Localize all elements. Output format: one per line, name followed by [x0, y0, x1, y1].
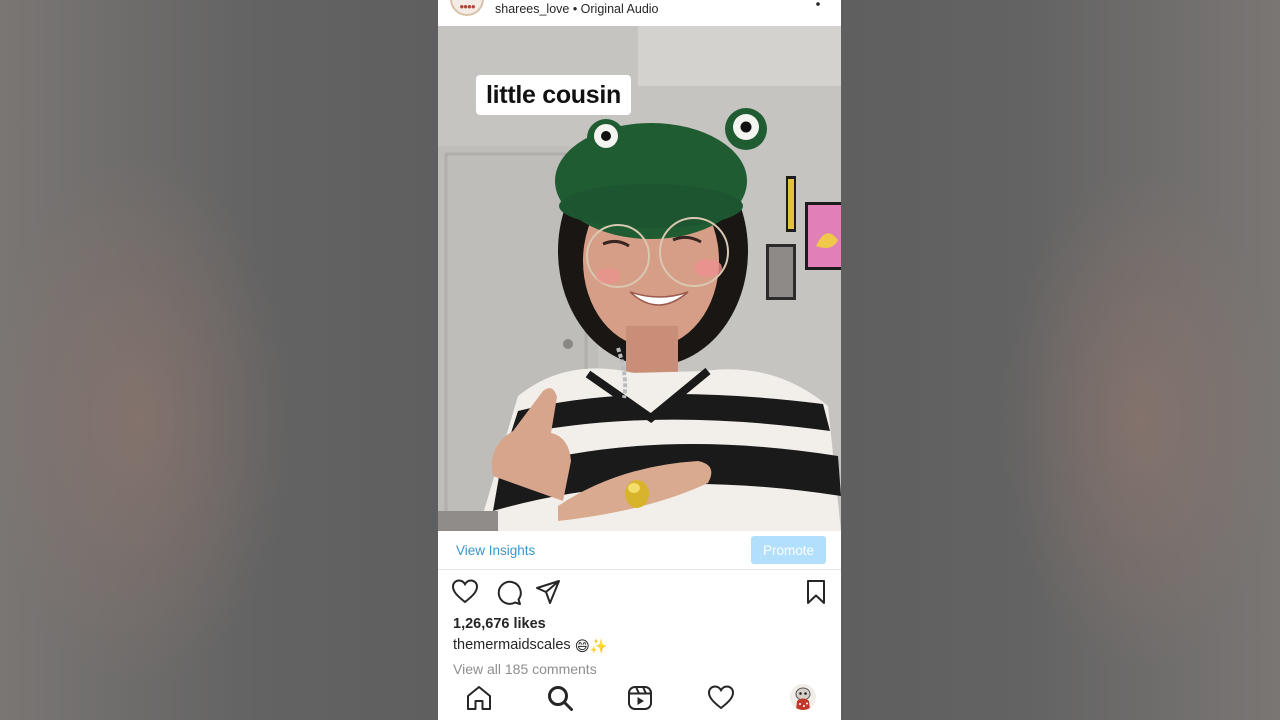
- share-icon[interactable]: [534, 578, 562, 606]
- video-overlay-caption: little cousin: [476, 75, 632, 115]
- caption-emojis: 😄✨: [574, 639, 608, 655]
- avatar-text: ●●●●: [459, 2, 475, 11]
- comment-icon[interactable]: [494, 578, 522, 606]
- view-insights-link[interactable]: View Insights: [456, 543, 535, 558]
- view-comments-link[interactable]: View all 185 comments: [453, 661, 597, 677]
- likes-count[interactable]: 1,26,676 likes: [453, 616, 546, 632]
- home-icon[interactable]: [465, 684, 493, 712]
- activity-heart-icon[interactable]: [707, 684, 735, 712]
- post-actions: [438, 578, 841, 608]
- profile-avatar-top[interactable]: ●●●●: [450, 0, 484, 16]
- avatar-illustration: [795, 687, 811, 710]
- more-options-icon[interactable]: [811, 0, 825, 12]
- profile-avatar[interactable]: [790, 684, 816, 710]
- search-icon[interactable]: [546, 684, 574, 712]
- bottom-navigation: [438, 676, 841, 720]
- caption-username[interactable]: themermaidscales: [453, 637, 571, 653]
- reels-icon[interactable]: [626, 684, 654, 712]
- post-header: ●●●● sharees_love • Original Audio: [438, 0, 841, 26]
- audio-attribution[interactable]: sharees_love • Original Audio: [495, 2, 659, 16]
- instagram-post-screen: ●●●● sharees_love • Original Audio littl…: [438, 0, 841, 720]
- promote-button[interactable]: Promote: [751, 536, 826, 564]
- bookmark-icon[interactable]: [802, 578, 830, 606]
- insights-bar: View Insights Promote: [438, 531, 841, 570]
- heart-icon[interactable]: [451, 578, 479, 606]
- video-frame[interactable]: little cousin: [438, 26, 841, 531]
- post-caption: themermaidscales 😄✨: [453, 637, 608, 655]
